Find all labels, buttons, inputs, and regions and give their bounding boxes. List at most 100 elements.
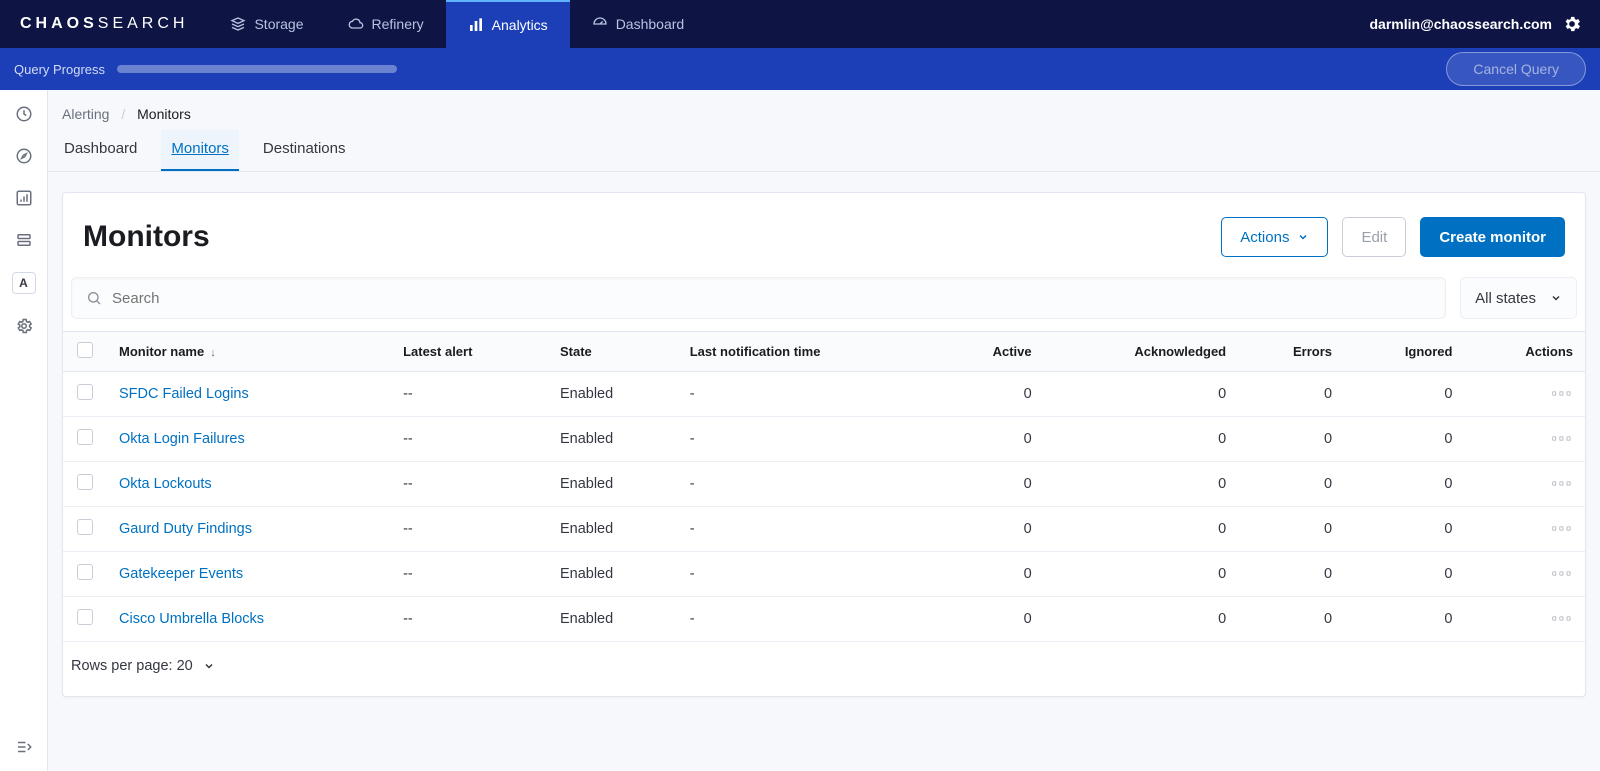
monitors-table: Monitor name↓ Latest alert State Last no… — [63, 331, 1585, 642]
rail-recent-icon[interactable] — [14, 104, 34, 124]
breadcrumb-root[interactable]: Alerting — [62, 106, 109, 122]
tab-monitors[interactable]: Monitors — [161, 130, 239, 171]
row-actions-menu[interactable]: ▫▫▫ — [1464, 597, 1585, 642]
nav-storage[interactable]: Storage — [208, 0, 325, 48]
rail-settings-icon[interactable] — [14, 316, 34, 336]
row-checkbox[interactable] — [77, 384, 93, 400]
row-actions-menu[interactable]: ▫▫▫ — [1464, 372, 1585, 417]
nav-analytics[interactable]: Analytics — [446, 0, 570, 48]
ignored-count: 0 — [1344, 597, 1464, 642]
latest-alert: -- — [391, 372, 548, 417]
bars-icon — [468, 17, 484, 33]
nav-refinery[interactable]: Refinery — [326, 0, 446, 48]
col-monitor-name[interactable]: Monitor name↓ — [107, 332, 391, 372]
state: Enabled — [548, 597, 678, 642]
errors-count: 0 — [1238, 462, 1344, 507]
cancel-query-button[interactable]: Cancel Query — [1446, 52, 1586, 86]
latest-alert: -- — [391, 552, 548, 597]
latest-alert: -- — [391, 597, 548, 642]
rows-per-page[interactable]: Rows per page: 20 — [63, 642, 1585, 696]
gauge-icon — [592, 16, 608, 32]
row-actions-menu[interactable]: ▫▫▫ — [1464, 552, 1585, 597]
tab-dashboard[interactable]: Dashboard — [62, 130, 139, 171]
select-all-checkbox[interactable] — [77, 342, 93, 358]
rail-compass-icon[interactable] — [14, 146, 34, 166]
breadcrumb-sep: / — [121, 106, 125, 122]
rail-alerting-icon[interactable]: A — [12, 272, 36, 294]
monitor-name-link[interactable]: Cisco Umbrella Blocks — [107, 597, 391, 642]
state: Enabled — [548, 462, 678, 507]
ignored-count: 0 — [1344, 462, 1464, 507]
errors-count: 0 — [1238, 507, 1344, 552]
last-notif: - — [678, 462, 938, 507]
row-actions-menu[interactable]: ▫▫▫ — [1464, 507, 1585, 552]
ack-count: 0 — [1044, 597, 1239, 642]
query-progress-bar: Query Progress Cancel Query — [0, 48, 1600, 90]
rail-visualize-icon[interactable] — [14, 188, 34, 208]
create-monitor-label: Create monitor — [1439, 229, 1546, 246]
tab-destinations[interactable]: Destinations — [261, 130, 348, 171]
last-notif: - — [678, 597, 938, 642]
rail-data-icon[interactable] — [14, 230, 34, 250]
col-ignored[interactable]: Ignored — [1344, 332, 1464, 372]
monitor-name-link[interactable]: Gatekeeper Events — [107, 552, 391, 597]
search-box[interactable] — [71, 277, 1446, 319]
ignored-count: 0 — [1344, 372, 1464, 417]
ignored-count: 0 — [1344, 507, 1464, 552]
row-checkbox[interactable] — [77, 474, 93, 490]
ack-count: 0 — [1044, 417, 1239, 462]
row-checkbox[interactable] — [77, 519, 93, 535]
errors-count: 0 — [1238, 552, 1344, 597]
monitor-name-link[interactable]: Okta Login Failures — [107, 417, 391, 462]
edit-button[interactable]: Edit — [1342, 217, 1406, 257]
state: Enabled — [548, 372, 678, 417]
row-checkbox[interactable] — [77, 609, 93, 625]
actions-button-label: Actions — [1240, 229, 1289, 246]
rail-collapse-icon[interactable] — [14, 737, 34, 757]
state: Enabled — [548, 417, 678, 462]
tabs: Dashboard Monitors Destinations — [48, 130, 1600, 172]
chevron-down-icon — [1297, 231, 1309, 243]
user-menu[interactable]: darmlin@chaossearch.com — [1352, 14, 1600, 34]
col-last-notif[interactable]: Last notification time — [678, 332, 938, 372]
col-errors[interactable]: Errors — [1238, 332, 1344, 372]
active-count: 0 — [938, 597, 1044, 642]
row-checkbox[interactable] — [77, 564, 93, 580]
nav-dashboard[interactable]: Dashboard — [570, 0, 707, 48]
create-monitor-button[interactable]: Create monitor — [1420, 217, 1565, 257]
edit-button-label: Edit — [1361, 229, 1387, 246]
search-input[interactable] — [112, 290, 1431, 307]
col-state[interactable]: State — [548, 332, 678, 372]
state-filter[interactable]: All states — [1460, 277, 1577, 319]
chevron-down-icon — [203, 660, 215, 672]
latest-alert: -- — [391, 507, 548, 552]
state: Enabled — [548, 552, 678, 597]
search-icon — [86, 290, 102, 306]
state: Enabled — [548, 507, 678, 552]
errors-count: 0 — [1238, 372, 1344, 417]
row-actions-menu[interactable]: ▫▫▫ — [1464, 462, 1585, 507]
monitor-name-link[interactable]: Okta Lockouts — [107, 462, 391, 507]
monitor-name-link[interactable]: Gaurd Duty Findings — [107, 507, 391, 552]
col-acknowledged[interactable]: Acknowledged — [1044, 332, 1239, 372]
row-checkbox[interactable] — [77, 429, 93, 445]
table-row: Gatekeeper Events--Enabled-0000▫▫▫ — [63, 552, 1585, 597]
table-row: Gaurd Duty Findings--Enabled-0000▫▫▫ — [63, 507, 1585, 552]
actions-button[interactable]: Actions — [1221, 217, 1328, 257]
col-active[interactable]: Active — [938, 332, 1044, 372]
last-notif: - — [678, 417, 938, 462]
left-rail: A — [0, 90, 48, 771]
state-filter-label: All states — [1475, 290, 1536, 307]
top-nav: CHAOSSEARCH Storage Refinery Analytics D… — [0, 0, 1600, 48]
row-actions-menu[interactable]: ▫▫▫ — [1464, 417, 1585, 462]
breadcrumb-current: Monitors — [137, 106, 191, 122]
nav-dashboard-label: Dashboard — [616, 16, 685, 32]
active-count: 0 — [938, 372, 1044, 417]
col-latest-alert[interactable]: Latest alert — [391, 332, 548, 372]
table-row: Cisco Umbrella Blocks--Enabled-0000▫▫▫ — [63, 597, 1585, 642]
table-row: Okta Login Failures--Enabled-0000▫▫▫ — [63, 417, 1585, 462]
user-email: darmlin@chaossearch.com — [1370, 16, 1553, 32]
monitors-panel: Monitors Actions Edit Create monitor — [62, 192, 1586, 697]
logo: CHAOSSEARCH — [0, 15, 208, 33]
monitor-name-link[interactable]: SFDC Failed Logins — [107, 372, 391, 417]
